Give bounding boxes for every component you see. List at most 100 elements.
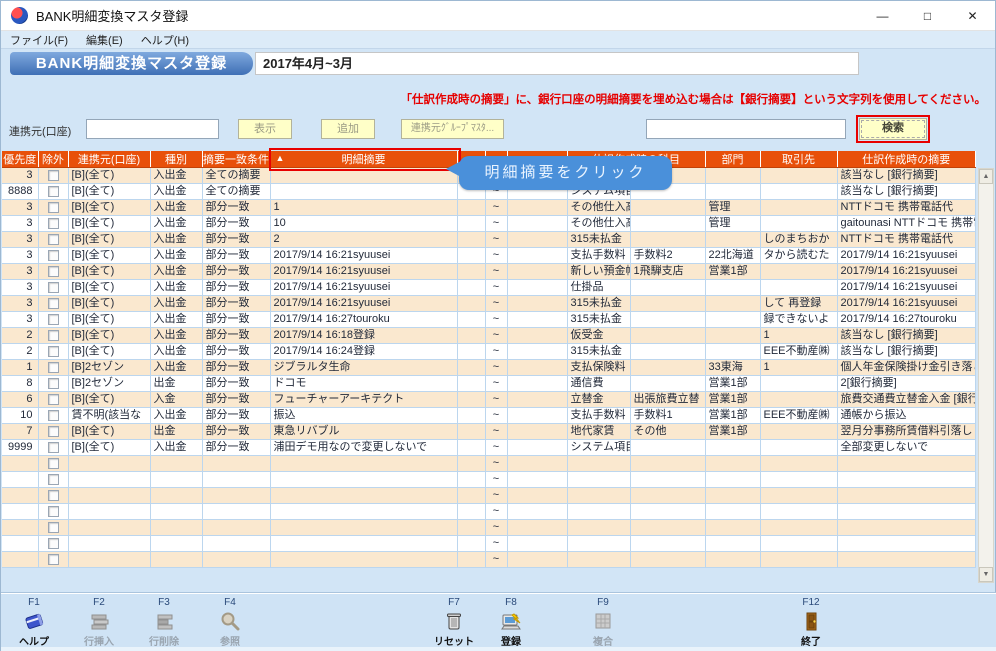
cell-journal-memo[interactable]: 全部変更しないで (837, 440, 975, 456)
header-partner[interactable]: 取引先 (760, 151, 837, 168)
cell-blank[interactable] (457, 296, 485, 312)
cell-match[interactable]: 部分一致 (202, 344, 270, 360)
cell-type[interactable]: 入金 (150, 392, 202, 408)
cell-blank[interactable] (507, 392, 567, 408)
cell-match[interactable]: 部分一致 (202, 312, 270, 328)
cell-partner[interactable]: EEE不動産㈱ (760, 408, 837, 424)
cell-blank[interactable] (457, 200, 485, 216)
cell-department[interactable]: 22北海道 (705, 248, 760, 264)
cell-department[interactable] (705, 472, 760, 488)
cell-detail-memo[interactable]: 2017/9/14 16:24登録 (270, 344, 457, 360)
cell-partner[interactable] (760, 552, 837, 568)
cell-department[interactable] (705, 184, 760, 200)
cell-detail-memo[interactable] (270, 184, 457, 200)
cell-source[interactable]: [B](全て) (68, 184, 150, 200)
exclude-checkbox[interactable] (48, 266, 59, 277)
cell-detail-memo[interactable]: 2017/9/14 16:21syuusei (270, 296, 457, 312)
cell-source[interactable]: [B](全て) (68, 168, 150, 184)
cell-partner[interactable]: して 再登録 (760, 296, 837, 312)
cell-source[interactable]: [B](全て) (68, 312, 150, 328)
cell-priority[interactable]: 3 (2, 200, 38, 216)
cell-blank[interactable] (507, 456, 567, 472)
cell-detail-memo[interactable]: フューチャーアーキテクト (270, 392, 457, 408)
cell-source[interactable] (68, 472, 150, 488)
cell-detail-memo[interactable]: 振込 (270, 408, 457, 424)
cell-journal-memo[interactable]: NTTドコモ 携帯電話代 (837, 232, 975, 248)
cell-sub-account[interactable] (630, 376, 705, 392)
cell-match[interactable]: 部分一致 (202, 280, 270, 296)
cell-sub-account[interactable] (630, 472, 705, 488)
cell-account[interactable] (567, 456, 630, 472)
cell-journal-memo[interactable]: 2017/9/14 16:27touroku (837, 312, 975, 328)
cell-match[interactable] (202, 552, 270, 568)
cell-blank[interactable] (507, 520, 567, 536)
cell-match[interactable]: 部分一致 (202, 264, 270, 280)
cell-match[interactable] (202, 472, 270, 488)
cell-match[interactable]: 部分一致 (202, 360, 270, 376)
exclude-checkbox[interactable] (48, 522, 59, 533)
cell-blank[interactable] (457, 248, 485, 264)
cell-priority[interactable]: 3 (2, 264, 38, 280)
cell-sub-account[interactable] (630, 312, 705, 328)
cell-account[interactable]: 支払手数料 (567, 248, 630, 264)
cell-journal-memo[interactable] (837, 536, 975, 552)
cell-priority[interactable]: 3 (2, 216, 38, 232)
cell-exclude[interactable] (38, 552, 68, 568)
cell-blank[interactable] (457, 280, 485, 296)
exclude-checkbox[interactable] (48, 170, 59, 181)
cell-blank[interactable] (507, 312, 567, 328)
exclude-checkbox[interactable] (48, 554, 59, 565)
cell-blank[interactable] (457, 328, 485, 344)
cell-sub-account[interactable] (630, 552, 705, 568)
cell-department[interactable]: 営業1部 (705, 264, 760, 280)
cell-exclude[interactable] (38, 200, 68, 216)
cell-account[interactable] (567, 520, 630, 536)
cell-blank[interactable] (457, 536, 485, 552)
cell-exclude[interactable] (38, 216, 68, 232)
exclude-checkbox[interactable] (48, 426, 59, 437)
cell-match[interactable] (202, 504, 270, 520)
cell-blank[interactable] (507, 200, 567, 216)
exclude-checkbox[interactable] (48, 202, 59, 213)
cell-department[interactable] (705, 552, 760, 568)
maximize-button[interactable]: □ (905, 1, 950, 31)
cell-source[interactable]: [B](全て) (68, 440, 150, 456)
cell-account[interactable]: 315未払金 (567, 312, 630, 328)
cell-journal-memo[interactable]: NTTドコモ 携帯電話代 (837, 200, 975, 216)
cell-match[interactable] (202, 536, 270, 552)
header-detail-memo[interactable]: ▲ 明細摘要 (270, 151, 457, 168)
cell-source[interactable]: [B](全て) (68, 424, 150, 440)
cell-department[interactable] (705, 440, 760, 456)
cell-priority[interactable] (2, 552, 38, 568)
cell-account[interactable]: 315未払金 (567, 296, 630, 312)
cell-match[interactable]: 部分一致 (202, 216, 270, 232)
cell-partner[interactable] (760, 200, 837, 216)
cell-detail-memo[interactable]: ドコモ (270, 376, 457, 392)
cell-blank[interactable] (507, 280, 567, 296)
add-button[interactable]: 追加 (321, 119, 375, 139)
exclude-checkbox[interactable] (48, 442, 59, 453)
cell-partner[interactable] (760, 376, 837, 392)
cell-detail-memo[interactable] (270, 504, 457, 520)
exclude-checkbox[interactable] (48, 250, 59, 261)
cell-detail-memo[interactable] (270, 168, 457, 184)
exclude-checkbox[interactable] (48, 490, 59, 501)
exclude-checkbox[interactable] (48, 330, 59, 341)
menu-edit[interactable]: 編集(E) (77, 32, 132, 48)
cell-detail-memo[interactable] (270, 488, 457, 504)
cell-type[interactable]: 出金 (150, 424, 202, 440)
cell-department[interactable]: 営業1部 (705, 376, 760, 392)
exclude-checkbox[interactable] (48, 394, 59, 405)
header-journal-memo[interactable]: 仕訳作成時の摘要 (837, 151, 975, 168)
cell-account[interactable]: 仕掛品 (567, 280, 630, 296)
cell-department[interactable]: 33東海 (705, 360, 760, 376)
show-button[interactable]: 表示 (238, 119, 292, 139)
cell-priority[interactable] (2, 504, 38, 520)
header-priority[interactable]: 優先度 (2, 151, 38, 168)
cell-type[interactable]: 入出金 (150, 168, 202, 184)
cell-source[interactable]: [B](全て) (68, 248, 150, 264)
cell-priority[interactable]: 3 (2, 232, 38, 248)
cell-journal-memo[interactable] (837, 520, 975, 536)
cell-journal-memo[interactable]: 翌月分事務所賃借料引落し [銀 (837, 424, 975, 440)
cell-blank[interactable] (507, 488, 567, 504)
